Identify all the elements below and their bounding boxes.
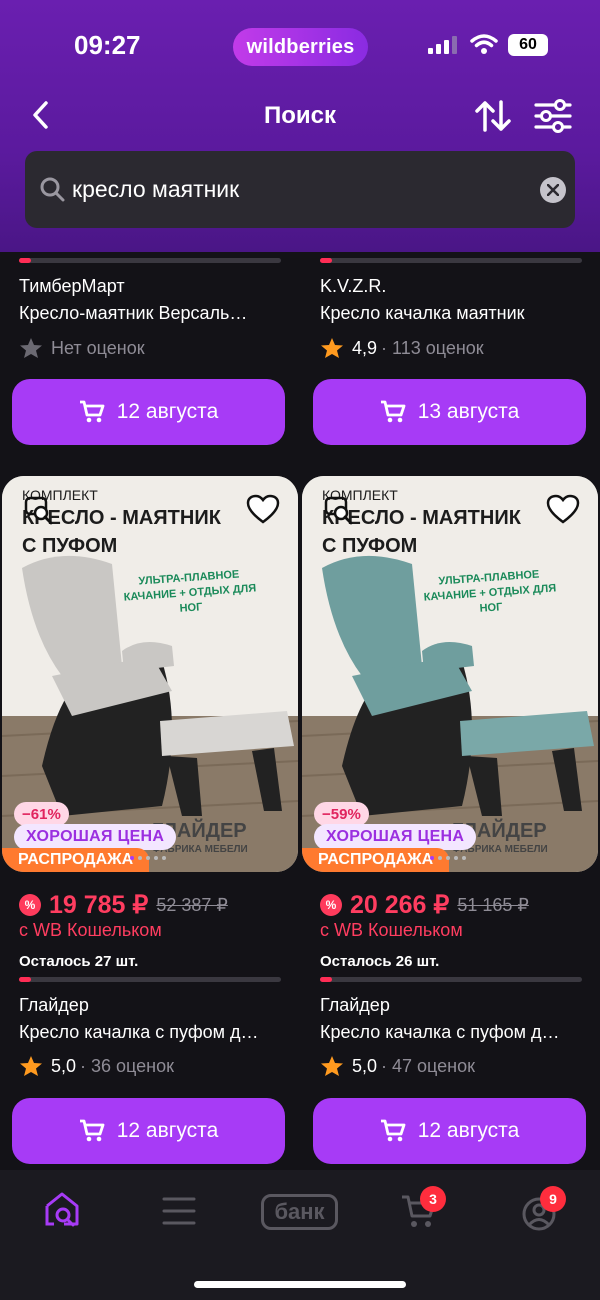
cart-count-badge: 3 (420, 1186, 446, 1212)
close-icon (547, 184, 559, 196)
profile-notification-badge: 9 (540, 1186, 566, 1212)
wifi-icon (470, 34, 498, 54)
cellular-signal-icon (428, 36, 457, 54)
product-name: Кресло качалка маятник (320, 303, 525, 323)
product-name: Кресло-маятник Версаль… (19, 303, 248, 323)
rating: 4,9 · 113 оценок (320, 337, 484, 359)
filter-icon[interactable] (534, 98, 572, 134)
battery-indicator: 60 (508, 34, 548, 56)
rating-count: · 36 оценок (80, 1055, 175, 1076)
delivery-date: 12 августа (417, 1119, 520, 1142)
delivery-date: 12 августа (116, 400, 219, 423)
wallet-note: с WB Кошельком (320, 920, 463, 940)
seller-name: Глайдер (320, 995, 390, 1015)
cart-icon (79, 1119, 105, 1142)
wallet-icon: % (320, 894, 342, 916)
product-image[interactable]: КОМПЛЕКТ КРЕСЛО - МАЯТНИК С ПУФОМ УЛЬТРА… (2, 476, 298, 872)
nav-bar: Поиск (0, 90, 600, 144)
status-bar: 09:27 wildberries 60 (0, 0, 600, 90)
cart-icon (79, 400, 105, 423)
rating: 5,0 · 47 оценок (320, 1055, 475, 1077)
image-pagination (430, 856, 466, 860)
good-price-badge: ХОРОШАЯ ЦЕНА (314, 824, 477, 850)
stock-progress (320, 258, 582, 263)
stock-progress (19, 258, 281, 263)
search-icon (40, 177, 65, 202)
add-to-cart-button[interactable]: 13 августа (313, 379, 586, 445)
delivery-date: 12 августа (116, 1119, 219, 1142)
sort-icon[interactable] (474, 98, 512, 134)
image-heading-line: С ПУФОМ (22, 535, 118, 557)
seller-name: ТимберМарт (19, 276, 125, 296)
sale-badge: РАСПРОДАЖА (2, 848, 150, 872)
rating: Нет оценок (19, 337, 145, 359)
search-field[interactable]: кресло маятник (25, 151, 575, 228)
star-icon (321, 1056, 343, 1076)
price: 19 785 ₽ (49, 891, 149, 919)
product-image[interactable]: КОМПЛЕКТ КРЕСЛО - МАЯТНИК С ПУФОМ УЛЬТРА… (302, 476, 598, 872)
stock-left: Осталось 27 шт. (19, 953, 139, 970)
price: 20 266 ₽ (350, 891, 450, 919)
stock-progress (19, 977, 281, 982)
image-search-icon[interactable] (324, 496, 354, 526)
brand-logo: wildberries (233, 28, 368, 66)
stock-left: Осталось 26 шт. (320, 953, 440, 970)
seller-name: K.V.Z.R. (320, 276, 387, 296)
rating-count: · 47 оценок (381, 1055, 476, 1076)
cart-icon (380, 1119, 406, 1142)
seller-name: Глайдер (19, 995, 89, 1015)
tab-bank[interactable]: банк (261, 1194, 338, 1230)
cart-icon (380, 400, 406, 423)
star-icon (20, 1056, 42, 1076)
product-name: Кресло качалка с пуфом д… (320, 1022, 560, 1042)
sale-badge: РАСПРОДАЖА (302, 848, 450, 872)
image-pagination (130, 856, 166, 860)
delivery-date: 13 августа (417, 400, 520, 423)
wallet-note: с WB Кошельком (19, 920, 162, 940)
wallet-icon: % (19, 894, 41, 916)
image-heading-line: С ПУФОМ (322, 535, 418, 557)
rating-count: · 113 оценок (381, 337, 484, 358)
header: 09:27 wildberries 60 Поиск кресло маятни… (0, 0, 600, 252)
star-icon (321, 338, 343, 358)
tab-home-search-icon[interactable] (44, 1190, 80, 1230)
search-input[interactable]: кресло маятник (72, 176, 239, 203)
rating-value: 5,0 (51, 1055, 77, 1076)
old-price: 52 387 ₽ (156, 894, 228, 915)
clear-search-icon[interactable] (540, 177, 566, 203)
rating-text: Нет оценок (51, 337, 145, 358)
image-search-icon[interactable] (24, 496, 54, 526)
price-row: % 20 266 ₽ 51 165 ₽ (320, 890, 529, 920)
product-name: Кресло качалка с пуфом д… (19, 1022, 259, 1042)
star-empty-icon (20, 338, 42, 358)
stock-progress (320, 977, 582, 982)
add-to-cart-button[interactable]: 12 августа (12, 379, 285, 445)
rating-value: 5,0 (352, 1055, 378, 1076)
add-to-cart-button[interactable]: 12 августа (12, 1098, 285, 1164)
old-price: 51 165 ₽ (457, 894, 529, 915)
home-indicator (194, 1281, 406, 1288)
rating: 5,0 · 36 оценок (19, 1055, 174, 1077)
status-time: 09:27 (74, 30, 141, 60)
discount-badge: −59% (314, 802, 369, 826)
favorite-heart-icon[interactable] (546, 494, 580, 524)
add-to-cart-button[interactable]: 12 августа (313, 1098, 586, 1164)
favorite-heart-icon[interactable] (246, 494, 280, 524)
rating-value: 4,9 (352, 337, 378, 358)
discount-badge: −61% (14, 802, 69, 826)
price-row: % 19 785 ₽ 52 387 ₽ (19, 890, 228, 920)
good-price-badge: ХОРОШАЯ ЦЕНА (14, 824, 177, 850)
tab-catalog-menu-icon[interactable] (162, 1196, 196, 1226)
